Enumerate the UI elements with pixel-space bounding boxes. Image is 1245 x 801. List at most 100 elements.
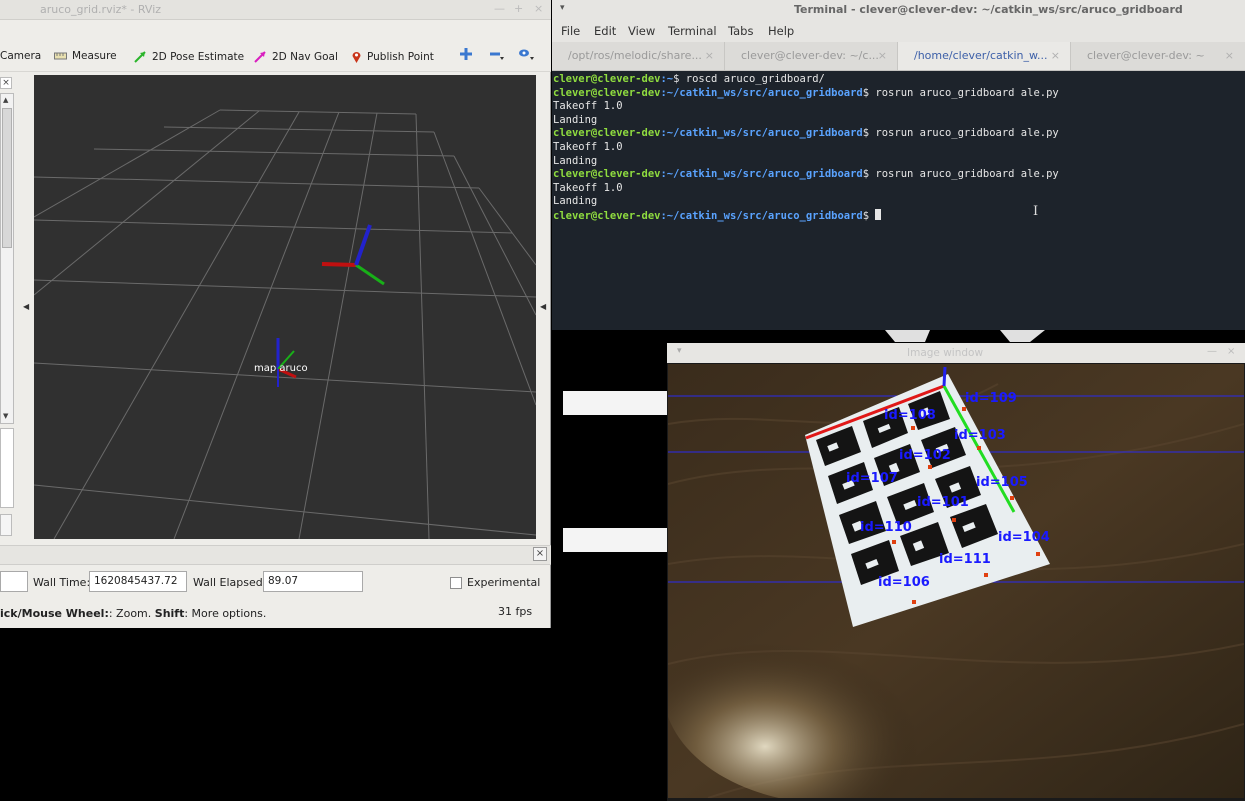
rviz-titlebar[interactable]: aruco_grid.rviz* - RViz — + × — [0, 0, 551, 20]
image-window-title: Image window — [907, 347, 984, 359]
add-tool-button[interactable] — [460, 48, 472, 60]
terminal-line: clever@clever-dev:~/catkin_ws/src/aruco_… — [553, 127, 1243, 141]
command-text: $ roscd aruco_gridboard/ — [673, 73, 825, 85]
prompt-path: :~ — [660, 73, 674, 85]
marker-corner — [1036, 552, 1040, 556]
marker-corner — [984, 573, 988, 577]
tab-close-icon[interactable]: × — [1051, 49, 1060, 62]
terminal-titlebar[interactable]: ▾ Terminal - clever@clever-dev: ~/catkin… — [552, 0, 1245, 20]
displays-scrollbar[interactable]: ▲ ▼ — [0, 93, 14, 424]
experimental-label: Experimental — [467, 576, 541, 589]
wall-time-label: Wall Time: — [33, 576, 91, 589]
output-text: Landing — [553, 154, 598, 167]
collapse-right-icon[interactable]: ◀ — [540, 302, 546, 311]
tab-close-icon[interactable]: × — [878, 49, 887, 62]
menu-file[interactable]: File — [561, 24, 580, 38]
pose-estimate-tool-button[interactable]: 2D Pose Estimate — [133, 50, 244, 64]
menu-tabs[interactable]: Tabs — [728, 24, 753, 38]
command-text: $ rosrun aruco_gridboard ale.py — [862, 168, 1059, 181]
rviz-3d-viewport[interactable]: map aruco — [34, 75, 536, 539]
grid-line — [34, 110, 260, 296]
menu-view[interactable]: View — [628, 24, 655, 38]
maximize-icon[interactable]: + — [514, 2, 523, 15]
grid-line — [34, 219, 513, 234]
terminal-line: Landing — [553, 195, 1243, 209]
terminal-tab-active[interactable]: /home/clever/catkin_w... × — [898, 42, 1071, 70]
collapse-left-icon[interactable]: ◀ — [23, 302, 29, 311]
camera-tool-label: Camera — [0, 50, 42, 62]
menu-edit[interactable]: Edit — [594, 24, 616, 38]
time-panel-close-button[interactable]: × — [533, 547, 547, 561]
terminal-output[interactable]: clever@clever-dev:~$ roscd aruco_gridboa… — [553, 73, 1243, 328]
window-menu-icon[interactable]: ▾ — [677, 346, 682, 356]
measure-tool-label: Measure — [72, 50, 117, 62]
image-window-titlebar[interactable]: ▾ Image window — × — [667, 343, 1245, 363]
publish-point-tool-button[interactable]: Publish Point — [351, 50, 434, 64]
tab-close-icon[interactable]: × — [705, 49, 714, 62]
tab-close-icon[interactable]: × — [1225, 49, 1234, 62]
remove-tool-button[interactable] — [490, 48, 504, 60]
terminal-line: clever@clever-dev:~/catkin_ws/src/aruco_… — [553, 168, 1243, 182]
publish-point-label: Publish Point — [367, 51, 434, 63]
prompt-path: :~/catkin_ws/src/aruco_gridboard — [660, 209, 863, 222]
minimize-icon[interactable]: — — [494, 2, 505, 15]
scroll-up-icon[interactable]: ▲ — [3, 96, 8, 104]
prompt-user: clever@clever-dev — [553, 73, 661, 85]
aruco-axes-marker — [321, 224, 385, 286]
terminal-line: clever@clever-dev:~/catkin_ws/src/aruco_… — [553, 87, 1243, 101]
tool-options-button[interactable] — [518, 48, 534, 60]
ros-elapsed-field[interactable] — [0, 571, 28, 592]
terminal-line: Landing — [553, 114, 1243, 128]
plus-icon — [460, 48, 472, 60]
tab-label: /opt/ros/melodic/share... — [568, 49, 702, 62]
menu-help[interactable]: Help — [768, 24, 794, 38]
marker-id-label: id=109 — [965, 391, 1017, 406]
terminal-tab[interactable]: clever@clever-dev: ~/c... × — [725, 42, 898, 70]
grid-line — [219, 109, 417, 115]
grid-line — [34, 484, 536, 536]
status-hint-keys: ick/Mouse Wheel: — [0, 607, 109, 620]
minus-icon — [490, 52, 504, 60]
marker-corner — [928, 465, 932, 469]
marker-id-label: id=108 — [884, 408, 936, 423]
close-icon[interactable]: × — [1227, 346, 1235, 357]
prompt-user: clever@clever-dev — [553, 209, 661, 222]
status-hint-more: : More options. — [184, 607, 267, 620]
grid-line — [433, 131, 536, 406]
tab-label: /home/clever/catkin_w... — [914, 49, 1048, 62]
grid-scene — [34, 109, 536, 539]
rviz-menubar — [0, 20, 551, 42]
prompt-user: clever@clever-dev — [553, 86, 661, 99]
marker-id-label: id=102 — [899, 448, 951, 463]
map-pin-icon — [352, 52, 361, 63]
close-icon[interactable]: × — [534, 2, 543, 15]
background-window-fragment — [563, 391, 667, 415]
scrollbar-thumb[interactable] — [2, 108, 12, 248]
panel-close-button[interactable]: × — [0, 77, 12, 89]
nav-goal-tool-button[interactable]: 2D Nav Goal — [253, 50, 338, 64]
window-menu-icon[interactable]: ▾ — [560, 3, 565, 13]
marker-id-label: id=107 — [846, 471, 898, 486]
terminal-tabbar: /opt/ros/melodic/share... × clever@clever… — [552, 42, 1245, 71]
eye-icon — [519, 49, 534, 60]
image-window: ▾ Image window — × id=109 id=108 id=103 … — [667, 343, 1245, 801]
time-panel-header — [0, 545, 551, 565]
marker-corner — [962, 407, 966, 411]
rviz-toolbar: Camera Measure 2D Pose Estimate 2D Nav G… — [0, 42, 551, 72]
rviz-status-bar: ick/Mouse Wheel:: Zoom. Shift: More opti… — [0, 600, 551, 626]
status-hint-shift: Shift — [154, 607, 185, 620]
camera-tool-button[interactable]: Camera — [0, 50, 41, 62]
scroll-down-icon[interactable]: ▼ — [3, 412, 8, 420]
terminal-tab[interactable]: clever@clever-dev: ~ × — [1071, 42, 1244, 70]
rviz-window-title: aruco_grid.rviz* - RViz — [40, 3, 162, 16]
terminal-tab[interactable]: /opt/ros/melodic/share... × — [552, 42, 725, 70]
ruler-icon — [54, 52, 67, 60]
wall-elapsed-field[interactable]: 89.07 — [263, 571, 363, 592]
experimental-checkbox[interactable] — [450, 577, 462, 589]
wall-time-field[interactable]: 1620845437.72 — [89, 571, 187, 592]
measure-tool-button[interactable]: Measure — [54, 50, 117, 62]
minimize-icon[interactable]: — — [1207, 346, 1217, 357]
panel-button[interactable] — [0, 514, 12, 536]
terminal-line: Takeoff 1.0 — [553, 141, 1243, 155]
menu-terminal[interactable]: Terminal — [668, 24, 717, 38]
